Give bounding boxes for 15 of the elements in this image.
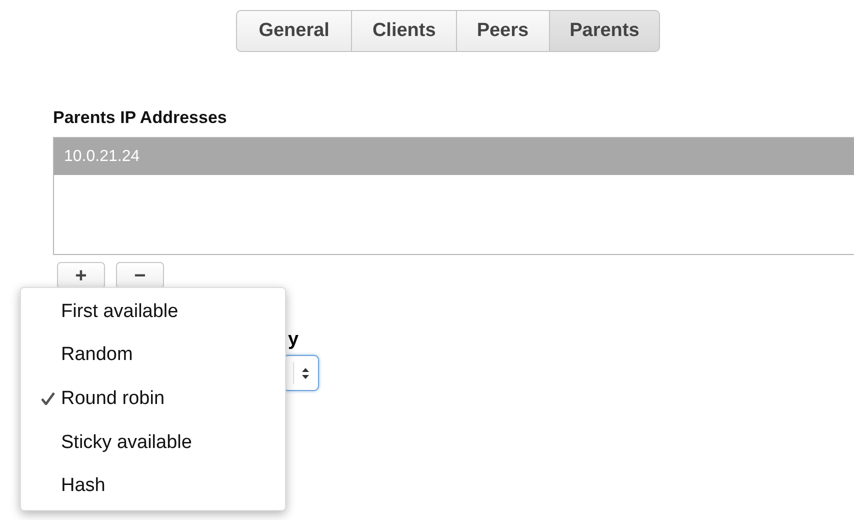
remove-button[interactable]: − <box>116 262 164 289</box>
menu-item[interactable]: First available <box>21 290 285 334</box>
tab[interactable]: Clients <box>352 10 457 52</box>
add-button[interactable]: + <box>57 262 105 289</box>
tab[interactable]: Parents <box>550 10 660 52</box>
select-field[interactable] <box>283 355 319 391</box>
menu-item[interactable]: Hash <box>21 464 285 508</box>
menu-item[interactable]: Sticky available <box>21 420 285 464</box>
field-label: y <box>288 329 299 351</box>
stepper-arrows-icon <box>302 368 309 378</box>
tab[interactable]: Peers <box>456 10 550 52</box>
section-heading: Parents IP Addresses <box>53 108 228 128</box>
menu-item[interactable]: Round robin <box>21 377 285 421</box>
tab[interactable]: General <box>236 10 352 52</box>
menu-item[interactable]: Random <box>21 334 285 378</box>
